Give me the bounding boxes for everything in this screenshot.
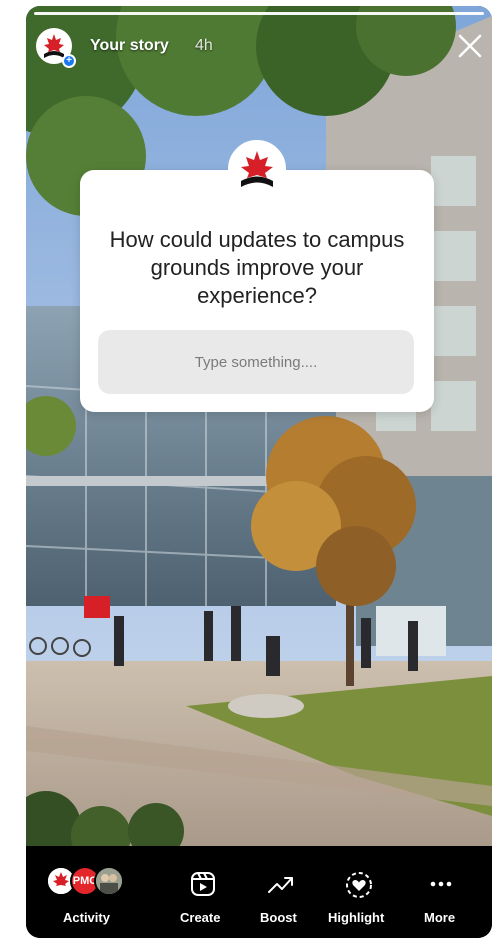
story-photo[interactable]	[26, 6, 492, 846]
create-label: Create	[180, 910, 221, 925]
highlight-button[interactable]: Highlight	[322, 846, 398, 938]
more-label: More	[424, 910, 456, 925]
campus-photo	[26, 6, 492, 846]
story-header: + Your story 4h	[34, 26, 484, 68]
close-button[interactable]	[456, 32, 484, 60]
add-story-icon[interactable]: +	[62, 54, 76, 68]
story-timestamp: 4h	[195, 37, 213, 54]
boost-label: Boost	[260, 910, 297, 925]
viewer-avatar-3	[94, 866, 124, 896]
story-user-name[interactable]: Your story	[90, 37, 169, 55]
question-text: How could updates to campus grounds impr…	[109, 227, 405, 308]
reels-create-icon	[191, 872, 215, 896]
story-progress-bar	[34, 12, 484, 15]
sticker-avatar	[228, 140, 286, 198]
more-button[interactable]: More	[416, 846, 466, 938]
people-photo-icon	[96, 868, 122, 894]
activity-label: Activity	[63, 910, 110, 925]
boost-button[interactable]: Boost	[252, 846, 312, 938]
highlight-label: Highlight	[328, 910, 385, 925]
heart-circle-icon	[346, 872, 372, 898]
maple-leaf-logo-icon	[231, 143, 283, 195]
close-icon	[458, 34, 482, 58]
create-button[interactable]: Create	[174, 846, 234, 938]
question-sticker[interactable]: How could updates to campus grounds impr…	[80, 140, 434, 412]
story-action-bar: PMC Activity Create Boost Highlight More	[26, 846, 492, 938]
ellipsis-icon	[430, 881, 452, 887]
answer-input[interactable]	[98, 330, 414, 394]
activity-button[interactable]: PMC Activity	[40, 846, 130, 938]
trend-up-icon	[268, 877, 293, 893]
story-viewer: + Your story 4h How could updates to cam…	[26, 6, 492, 938]
